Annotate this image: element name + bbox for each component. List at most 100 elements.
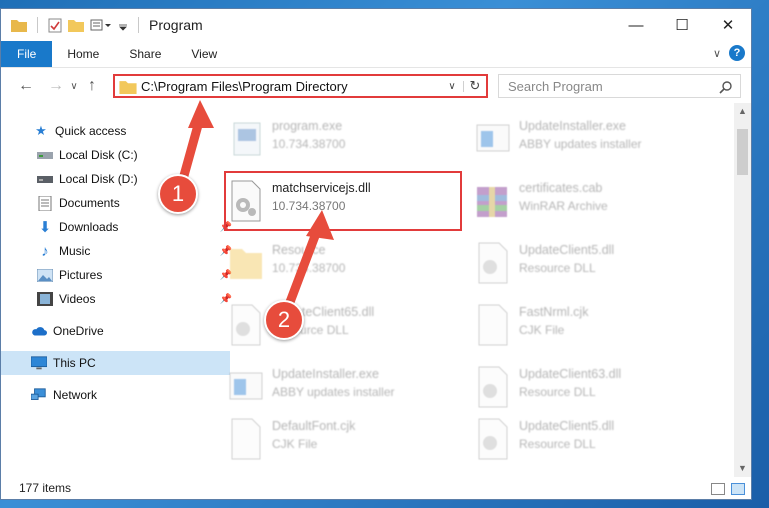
callout-badge-2: 2 <box>264 300 304 340</box>
file-highlight-box <box>224 171 462 231</box>
sidebar-item-local-disk-c[interactable]: Local Disk (C:) <box>1 143 236 167</box>
file-name: UpdateClient5.dll <box>519 243 615 257</box>
back-button[interactable]: ← <box>15 77 37 95</box>
folder-icon <box>119 80 137 94</box>
file-icon <box>231 418 261 460</box>
file-name: program.exe <box>272 119 343 133</box>
file-item[interactable]: UpdateClient65.dll Resource DLL <box>226 299 466 357</box>
sidebar-item-music[interactable]: ♪ Music 📌 <box>1 239 236 263</box>
file-item[interactable]: UpdateInstaller.exe ABBY updates installe… <box>473 113 713 171</box>
status-bar: 177 items <box>1 477 751 499</box>
file-item[interactable]: UpdateInstaller.exe ABBY updates installe… <box>226 361 466 419</box>
sidebar-item-quick-access[interactable]: ★ Quick access <box>1 119 232 143</box>
file-name: UpdateClient5.dll <box>519 419 615 433</box>
file-name: UpdateInstaller.exe <box>272 367 380 381</box>
file-item[interactable]: Resource 10.734.38700 <box>226 237 466 295</box>
download-icon: ⬇ <box>38 219 52 236</box>
sidebar-item-label: Network <box>53 388 98 402</box>
explorer-body: ★ Quick access Local Disk (C:) Local Dis… <box>1 103 751 477</box>
window-controls: — ☐ ✕ <box>613 9 751 41</box>
properties-icon[interactable] <box>48 18 62 33</box>
tab-home[interactable]: Home <box>52 41 114 67</box>
tiles-view-icon[interactable] <box>731 483 745 495</box>
vertical-scrollbar[interactable]: ▲ ▼ <box>734 103 751 477</box>
minimize-button[interactable]: — <box>613 9 659 41</box>
details-view-icon[interactable] <box>711 483 725 495</box>
documents-icon <box>37 195 53 211</box>
file-name: certificates.cab <box>519 181 603 195</box>
sidebar-item-onedrive[interactable]: OneDrive <box>1 319 230 343</box>
search-icon[interactable] <box>719 80 733 94</box>
file-description: ABBY updates installer <box>519 137 642 151</box>
file-name: FastNrml.cjk <box>519 305 589 319</box>
file-item[interactable]: UpdateClient63.dll Resource DLL <box>473 361 713 419</box>
navigation-bar: ← → ∨ ↑ C:\Program Files\Program Directo… <box>1 67 751 104</box>
address-bar[interactable]: C:\Program Files\Program Directory ∨ ↻ <box>113 74 488 98</box>
window-title: Program <box>149 17 203 33</box>
sidebar-item-network[interactable]: Network <box>1 383 230 407</box>
file-description: Resource DLL <box>519 261 596 275</box>
pictures-icon <box>37 267 53 283</box>
quick-access-toolbar <box>11 17 143 33</box>
ribbon-right-controls: ∨ ? <box>713 45 745 61</box>
sidebar-item-downloads[interactable]: ⬇ Downloads 📌 <box>1 215 236 239</box>
dropdown-icon[interactable] <box>118 18 128 32</box>
up-button[interactable]: ↑ <box>81 77 103 95</box>
address-dropdown-icon[interactable]: ∨ <box>441 80 464 92</box>
file-item[interactable]: FastNrml.cjk CJK File <box>473 299 713 357</box>
exe-icon <box>233 122 261 156</box>
expand-ribbon-icon[interactable]: ∨ <box>713 47 721 60</box>
help-icon[interactable]: ? <box>729 45 745 61</box>
cloud-icon <box>31 323 47 339</box>
tab-view[interactable]: View <box>176 41 232 67</box>
archive-icon <box>477 187 507 217</box>
exe-icon <box>476 124 510 152</box>
file-item[interactable]: UpdateClient5.dll Resource DLL <box>473 413 713 471</box>
refresh-icon[interactable]: ↻ <box>464 78 486 94</box>
forward-button[interactable]: → <box>45 77 67 95</box>
tab-file[interactable]: File <box>1 41 53 67</box>
dll-icon <box>478 242 508 284</box>
file-description: CJK File <box>272 437 318 451</box>
videos-icon <box>37 291 53 307</box>
item-count: 177 items <box>19 481 72 495</box>
file-item[interactable]: program.exe 10.734.38700 <box>226 113 466 171</box>
sidebar-item-pictures[interactable]: Pictures 📌 <box>1 263 236 287</box>
file-description: 10.734.38700 <box>272 261 346 275</box>
file-item[interactable]: DefaultFont.cjk CJK File <box>226 413 466 471</box>
file-name: UpdateClient63.dll <box>519 367 622 381</box>
customize-icon[interactable] <box>90 18 112 32</box>
view-toggle <box>711 483 745 495</box>
sidebar-item-label: OneDrive <box>53 324 104 338</box>
folder-icon[interactable] <box>11 18 27 32</box>
folder-icon <box>230 249 262 279</box>
file-description: Resource DLL <box>519 385 596 399</box>
file-description: WinRAR Archive <box>519 199 608 213</box>
maximize-button[interactable]: ☐ <box>659 9 705 41</box>
scroll-up-icon[interactable]: ▲ <box>734 103 751 120</box>
sidebar-item-label: Quick access <box>55 124 127 138</box>
sidebar-item-videos[interactable]: Videos 📌 <box>1 287 236 311</box>
file-item[interactable]: certificates.cab WinRAR Archive <box>473 175 713 233</box>
file-description: ABBY updates installer <box>272 385 395 399</box>
drive-icon <box>37 147 53 163</box>
new-folder-icon[interactable] <box>68 18 84 32</box>
scroll-thumb[interactable] <box>737 129 748 175</box>
recent-locations-icon[interactable]: ∨ <box>67 81 81 92</box>
computer-icon <box>31 355 47 371</box>
file-name: UpdateInstaller.exe <box>519 119 627 133</box>
close-button[interactable]: ✕ <box>705 9 751 41</box>
tab-share[interactable]: Share <box>114 41 176 67</box>
file-item[interactable]: UpdateClient5.dll Resource DLL <box>473 237 713 295</box>
file-icon <box>478 304 508 346</box>
sidebar-item-documents[interactable]: Documents <box>1 191 236 215</box>
scroll-down-icon[interactable]: ▼ <box>734 460 751 477</box>
network-icon <box>31 387 47 403</box>
address-path[interactable]: C:\Program Files\Program Directory <box>141 79 441 94</box>
sidebar-item-label: Documents <box>59 196 120 210</box>
search-input[interactable]: Search Program <box>498 74 741 98</box>
sidebar-item-local-disk-d[interactable]: Local Disk (D:) <box>1 167 236 191</box>
sidebar-item-label: Music <box>59 244 91 258</box>
navigation-pane: ★ Quick access Local Disk (C:) Local Dis… <box>1 103 232 477</box>
sidebar-item-this-pc[interactable]: This PC <box>1 351 230 375</box>
